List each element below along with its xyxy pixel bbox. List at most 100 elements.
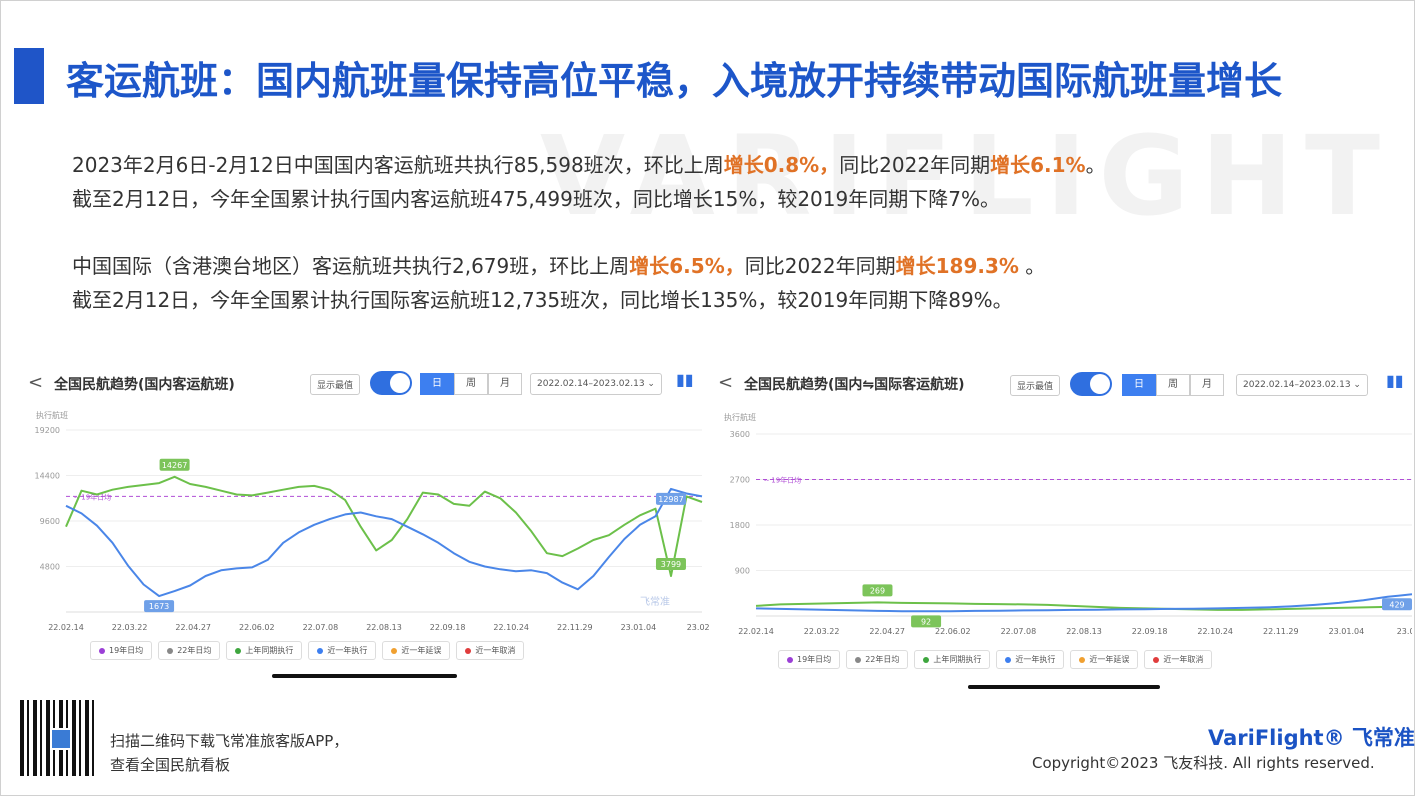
x-tick-label: 22.02.14	[48, 623, 84, 630]
y-tick-label: 900	[735, 567, 750, 576]
para2-line2: 截至2月12日，今年全国累计执行国际客运航班12,735班次，同比增长135%，…	[72, 288, 1013, 312]
tab-month[interactable]: 月	[1190, 374, 1224, 396]
legend-item[interactable]: 近一年延误	[1070, 650, 1139, 669]
svg-text:14267: 14267	[162, 461, 187, 470]
x-tick-label: 22.08.13	[366, 623, 402, 630]
x-tick-label: 22.09.18	[1132, 627, 1168, 636]
y-tick-label: 3600	[730, 430, 750, 439]
legend-item[interactable]: 22年日均	[846, 650, 909, 669]
tab-week[interactable]: 周	[1156, 374, 1190, 396]
legend-dot	[1005, 656, 1012, 663]
svg-text:269: 269	[870, 586, 885, 595]
legend-item[interactable]: 19年日均	[778, 650, 841, 669]
show-extreme-label: 显示最值	[1010, 375, 1061, 396]
legend-dot	[99, 647, 105, 654]
highlight-text: 增长189.3%	[895, 254, 1019, 278]
left-scrollbar[interactable]	[272, 674, 457, 678]
x-tick-label: 22.02.14	[738, 627, 774, 636]
y-tick-label: 19200	[35, 426, 60, 435]
data-label: 92	[911, 615, 942, 628]
legend-dot	[855, 656, 862, 663]
highlight-text: 增长0.8%，	[723, 153, 840, 177]
copyright: Copyright©2023 飞友科技. All rights reserved…	[1032, 754, 1375, 772]
chart-title: 全国民航趋势(国内客运航班)	[54, 377, 235, 393]
qr-logo-icon	[50, 728, 72, 750]
reference-label: -- 19年日均	[764, 476, 801, 485]
data-label: 429	[1382, 598, 1412, 611]
bar-chart-icon[interactable]: ▮▮	[1386, 371, 1404, 390]
svg-text:12987: 12987	[658, 495, 683, 504]
tab-day[interactable]: 日	[1122, 374, 1156, 396]
x-tick-label: 22.07.08	[303, 623, 339, 630]
legend-item[interactable]: 22年日均	[158, 641, 221, 660]
tab-month[interactable]: 月	[488, 373, 522, 395]
legend-item[interactable]: 近一年执行	[996, 650, 1065, 669]
qr-code	[20, 700, 98, 776]
x-tick-label: 22.09.18	[430, 623, 466, 630]
legend-dot	[317, 647, 324, 654]
date-range-select[interactable]: 2022.02.14–2023.02.13 ⌄	[530, 373, 662, 395]
legend-dot	[923, 656, 930, 663]
text-segment: 同比2022年同期	[744, 254, 896, 278]
legend-item[interactable]: 近一年延误	[382, 641, 451, 660]
legend-dot	[167, 647, 174, 654]
legend-dot	[787, 656, 793, 663]
x-tick-label: 22.06.02	[935, 627, 971, 636]
legend-item[interactable]: 近一年取消	[1144, 650, 1213, 669]
y-tick-label: 4800	[40, 563, 60, 572]
legend-dot	[465, 647, 472, 654]
y-tick-label: 14400	[35, 472, 60, 481]
data-label: 1673	[144, 600, 175, 613]
brand-logo: VariFlight® 飞常准	[1208, 726, 1415, 750]
para1-line2: 截至2月12日，今年全国累计执行国内客运航班475,499班次，同比增长15%，…	[72, 187, 1000, 211]
series-line-1	[65, 487, 703, 598]
x-tick-label: 23.01.04	[621, 623, 657, 630]
chart-watermark: 飞常准	[640, 597, 670, 608]
x-tick-label: 23.01.04	[1329, 627, 1365, 636]
date-range-select[interactable]: 2022.02.14–2023.02.13 ⌄	[1236, 374, 1368, 396]
right-legend: 19年日均 22年日均 上年同期执行 近一年执行 近一年延误 近一年取消	[778, 650, 1213, 669]
x-tick-label: 23.02.0	[1397, 627, 1412, 636]
text-segment: 。	[1085, 153, 1106, 177]
tab-day[interactable]: 日	[420, 373, 454, 395]
back-icon[interactable]: <	[28, 372, 43, 393]
legend-dot	[1079, 656, 1086, 663]
x-tick-label: 22.10.24	[493, 623, 529, 630]
y-tick-label: 9600	[40, 517, 60, 526]
data-label: 3799	[655, 557, 686, 570]
bar-chart-icon[interactable]: ▮▮	[676, 370, 694, 389]
show-extreme-toggle[interactable]	[1070, 372, 1112, 396]
x-tick-label: 22.04.27	[175, 623, 211, 630]
left-chart-panel: < 全国民航趋势(国内客运航班) 显示最值 日 周 月 2022.02.14–2…	[20, 360, 710, 680]
title-accent-bar	[14, 48, 44, 104]
legend-item[interactable]: 上年同期执行	[226, 641, 303, 660]
qr-caption-line2: 查看全国民航看板	[110, 756, 231, 774]
highlight-text: 增长6.5%，	[629, 254, 745, 278]
x-tick-label: 22.10.24	[1197, 627, 1233, 636]
data-label: 269	[862, 584, 893, 597]
tab-week[interactable]: 周	[454, 373, 488, 395]
data-label: 14267	[159, 458, 190, 471]
slide-title: 客运航班：国内航班量保持高位平稳，入境放开持续带动国际航班量增长	[66, 59, 1283, 103]
show-extreme-label: 显示最值	[310, 374, 361, 395]
right-scrollbar[interactable]	[968, 685, 1160, 689]
back-icon[interactable]: <	[718, 372, 733, 393]
legend-dot	[235, 647, 242, 654]
text-segment: 中国国际（含港澳台地区）客运航班共执行2,679班，环比上周	[72, 254, 630, 278]
legend-item[interactable]: 19年日均	[90, 641, 153, 660]
text-segment: 同比2022年同期	[839, 153, 991, 177]
series-line-0	[755, 601, 1412, 611]
x-tick-label: 23.02.0	[687, 623, 710, 630]
para2-line1: 中国国际（含港澳台地区）客运航班共执行2,679班，环比上周增长6.5%，同比2…	[72, 249, 1045, 283]
legend-dot	[1153, 656, 1160, 663]
x-tick-label: 22.06.02	[239, 623, 275, 630]
svg-text:429: 429	[1389, 600, 1404, 609]
legend-item[interactable]: 近一年执行	[308, 641, 377, 660]
right-chart-panel: < 全国民航趋势(国内⇋国际客运航班) 显示最值 日 周 月 2022.02.1…	[712, 360, 1412, 690]
svg-text:3799: 3799	[661, 560, 681, 569]
legend-item[interactable]: 近一年取消	[456, 641, 525, 660]
legend-item[interactable]: 上年同期执行	[914, 650, 991, 669]
qr-caption-line1: 扫描二维码下载飞常准旅客版APP，	[110, 732, 349, 750]
chart-title: 全国民航趋势(国内⇋国际客运航班)	[744, 377, 965, 393]
show-extreme-toggle[interactable]	[370, 371, 412, 395]
